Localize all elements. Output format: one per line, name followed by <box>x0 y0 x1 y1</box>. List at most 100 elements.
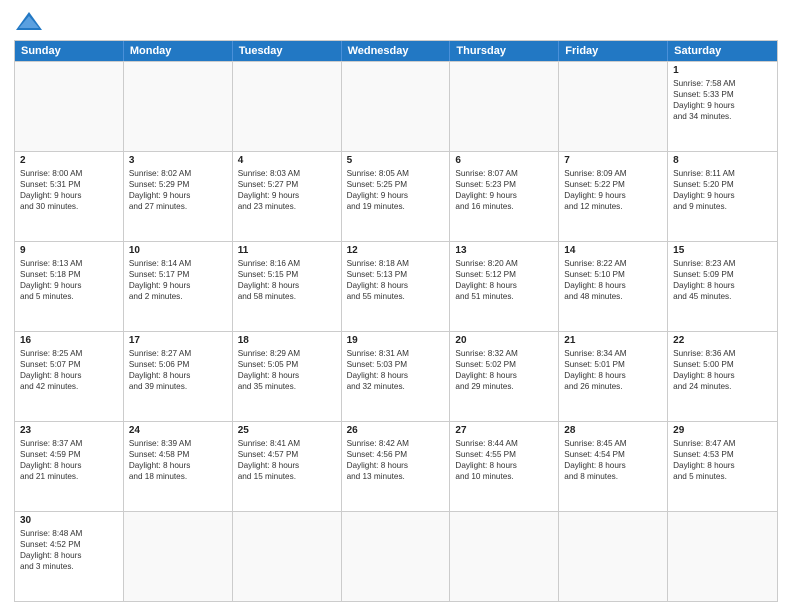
cal-header-tuesday: Tuesday <box>233 41 342 61</box>
day-number: 29 <box>673 425 772 436</box>
day-number: 21 <box>564 335 662 346</box>
cal-cell-r3c3: 19Sunrise: 8:31 AM Sunset: 5:03 PM Dayli… <box>342 332 451 421</box>
cal-cell-r2c2: 11 Sunrise: 8:16 AM Sunset: 5:15 PM Dayli… <box>233 242 342 331</box>
day-info: Sunrise: 8:25 AM Sunset: 5:07 PM Dayligh… <box>20 348 118 392</box>
day-number: 8 <box>673 155 772 166</box>
day-number: 12 <box>347 245 445 256</box>
day-info: Sunrise: 8:20 AM Sunset: 5:12 PM Dayligh… <box>455 258 553 302</box>
day-info: Sunrise: 8:02 AM Sunset: 5:29 PM Dayligh… <box>129 168 227 212</box>
calendar: SundayMondayTuesdayWednesdayThursdayFrid… <box>14 40 778 602</box>
cal-header-wednesday: Wednesday <box>342 41 451 61</box>
cal-cell-r5c5 <box>559 512 668 601</box>
cal-cell-r3c4: 20 Sunrise: 8:32 AM Sunset: 5:02 PM Dayli… <box>450 332 559 421</box>
cal-cell-r5c4 <box>450 512 559 601</box>
cal-cell-r4c1: 24Sunrise: 8:39 AM Sunset: 4:58 PM Dayli… <box>124 422 233 511</box>
cal-header-friday: Friday <box>559 41 668 61</box>
cal-cell-r2c4: 13 Sunrise: 8:20 AM Sunset: 5:12 PM Dayli… <box>450 242 559 331</box>
day-info: Sunrise: 8:32 AM Sunset: 5:02 PM Dayligh… <box>455 348 553 392</box>
cal-cell-r2c1: 10 Sunrise: 8:14 AM Sunset: 5:17 PM Dayli… <box>124 242 233 331</box>
day-info: Sunrise: 8:27 AM Sunset: 5:06 PM Dayligh… <box>129 348 227 392</box>
cal-cell-r5c2 <box>233 512 342 601</box>
cal-header-sunday: Sunday <box>15 41 124 61</box>
cal-cell-r4c2: 25 Sunrise: 8:41 AM Sunset: 4:57 PM Dayli… <box>233 422 342 511</box>
cal-header-saturday: Saturday <box>668 41 777 61</box>
cal-cell-r3c1: 17Sunrise: 8:27 AM Sunset: 5:06 PM Dayli… <box>124 332 233 421</box>
day-number: 30 <box>20 515 118 526</box>
cal-cell-r3c6: 22 Sunrise: 8:36 AM Sunset: 5:00 PM Dayli… <box>668 332 777 421</box>
day-number: 15 <box>673 245 772 256</box>
day-info: Sunrise: 7:58 AM Sunset: 5:33 PM Dayligh… <box>673 78 772 122</box>
day-info: Sunrise: 8:48 AM Sunset: 4:52 PM Dayligh… <box>20 528 118 572</box>
day-info: Sunrise: 8:47 AM Sunset: 4:53 PM Dayligh… <box>673 438 772 482</box>
day-info: Sunrise: 8:09 AM Sunset: 5:22 PM Dayligh… <box>564 168 662 212</box>
cal-cell-r0c0 <box>15 62 124 151</box>
day-info: Sunrise: 8:00 AM Sunset: 5:31 PM Dayligh… <box>20 168 118 212</box>
day-number: 19 <box>347 335 445 346</box>
day-number: 5 <box>347 155 445 166</box>
day-number: 22 <box>673 335 772 346</box>
cal-cell-r4c6: 29 Sunrise: 8:47 AM Sunset: 4:53 PM Dayli… <box>668 422 777 511</box>
day-info: Sunrise: 8:34 AM Sunset: 5:01 PM Dayligh… <box>564 348 662 392</box>
cal-cell-r2c6: 15 Sunrise: 8:23 AM Sunset: 5:09 PM Dayli… <box>668 242 777 331</box>
cal-cell-r1c3: 5Sunrise: 8:05 AM Sunset: 5:25 PM Daylig… <box>342 152 451 241</box>
logo-icon <box>14 10 44 34</box>
cal-cell-r4c3: 26 Sunrise: 8:42 AM Sunset: 4:56 PM Dayli… <box>342 422 451 511</box>
day-number: 7 <box>564 155 662 166</box>
day-info: Sunrise: 8:03 AM Sunset: 5:27 PM Dayligh… <box>238 168 336 212</box>
day-info: Sunrise: 8:29 AM Sunset: 5:05 PM Dayligh… <box>238 348 336 392</box>
logo <box>14 10 48 34</box>
day-number: 16 <box>20 335 118 346</box>
day-info: Sunrise: 8:45 AM Sunset: 4:54 PM Dayligh… <box>564 438 662 482</box>
day-number: 4 <box>238 155 336 166</box>
day-info: Sunrise: 8:42 AM Sunset: 4:56 PM Dayligh… <box>347 438 445 482</box>
cal-cell-r0c4 <box>450 62 559 151</box>
cal-cell-r0c2 <box>233 62 342 151</box>
day-info: Sunrise: 8:16 AM Sunset: 5:15 PM Dayligh… <box>238 258 336 302</box>
cal-cell-r5c3 <box>342 512 451 601</box>
day-number: 14 <box>564 245 662 256</box>
day-number: 1 <box>673 65 772 76</box>
cal-cell-r2c5: 14 Sunrise: 8:22 AM Sunset: 5:10 PM Dayli… <box>559 242 668 331</box>
cal-row-0: 1 Sunrise: 7:58 AM Sunset: 5:33 PM Daylig… <box>15 61 777 151</box>
day-number: 10 <box>129 245 227 256</box>
cal-header-thursday: Thursday <box>450 41 559 61</box>
day-number: 3 <box>129 155 227 166</box>
day-number: 2 <box>20 155 118 166</box>
day-number: 25 <box>238 425 336 436</box>
day-info: Sunrise: 8:07 AM Sunset: 5:23 PM Dayligh… <box>455 168 553 212</box>
day-info: Sunrise: 8:36 AM Sunset: 5:00 PM Dayligh… <box>673 348 772 392</box>
day-info: Sunrise: 8:41 AM Sunset: 4:57 PM Dayligh… <box>238 438 336 482</box>
cal-cell-r2c3: 12Sunrise: 8:18 AM Sunset: 5:13 PM Dayli… <box>342 242 451 331</box>
day-info: Sunrise: 8:14 AM Sunset: 5:17 PM Dayligh… <box>129 258 227 302</box>
day-info: Sunrise: 8:37 AM Sunset: 4:59 PM Dayligh… <box>20 438 118 482</box>
day-info: Sunrise: 8:23 AM Sunset: 5:09 PM Dayligh… <box>673 258 772 302</box>
cal-header-monday: Monday <box>124 41 233 61</box>
header <box>14 10 778 34</box>
cal-cell-r5c0: 30 Sunrise: 8:48 AM Sunset: 4:52 PM Dayli… <box>15 512 124 601</box>
day-info: Sunrise: 8:44 AM Sunset: 4:55 PM Dayligh… <box>455 438 553 482</box>
day-number: 11 <box>238 245 336 256</box>
cal-row-4: 23 Sunrise: 8:37 AM Sunset: 4:59 PM Dayli… <box>15 421 777 511</box>
cal-cell-r4c0: 23 Sunrise: 8:37 AM Sunset: 4:59 PM Dayli… <box>15 422 124 511</box>
page: SundayMondayTuesdayWednesdayThursdayFrid… <box>0 0 792 612</box>
cal-row-5: 30 Sunrise: 8:48 AM Sunset: 4:52 PM Dayli… <box>15 511 777 601</box>
day-number: 23 <box>20 425 118 436</box>
cal-cell-r4c4: 27 Sunrise: 8:44 AM Sunset: 4:55 PM Dayli… <box>450 422 559 511</box>
cal-cell-r0c5 <box>559 62 668 151</box>
cal-row-3: 16 Sunrise: 8:25 AM Sunset: 5:07 PM Dayli… <box>15 331 777 421</box>
day-number: 26 <box>347 425 445 436</box>
day-number: 18 <box>238 335 336 346</box>
day-number: 20 <box>455 335 553 346</box>
day-number: 27 <box>455 425 553 436</box>
day-number: 6 <box>455 155 553 166</box>
cal-cell-r3c0: 16 Sunrise: 8:25 AM Sunset: 5:07 PM Dayli… <box>15 332 124 421</box>
day-info: Sunrise: 8:22 AM Sunset: 5:10 PM Dayligh… <box>564 258 662 302</box>
cal-cell-r5c6 <box>668 512 777 601</box>
cal-cell-r2c0: 9Sunrise: 8:13 AM Sunset: 5:18 PM Daylig… <box>15 242 124 331</box>
cal-cell-r0c3 <box>342 62 451 151</box>
day-info: Sunrise: 8:11 AM Sunset: 5:20 PM Dayligh… <box>673 168 772 212</box>
day-number: 13 <box>455 245 553 256</box>
cal-cell-r1c2: 4 Sunrise: 8:03 AM Sunset: 5:27 PM Daylig… <box>233 152 342 241</box>
calendar-header-row: SundayMondayTuesdayWednesdayThursdayFrid… <box>15 41 777 61</box>
day-info: Sunrise: 8:13 AM Sunset: 5:18 PM Dayligh… <box>20 258 118 302</box>
